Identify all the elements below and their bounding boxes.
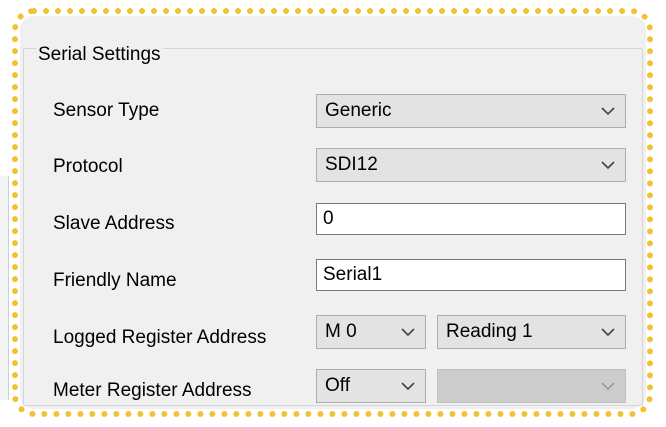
- friendly-name-field[interactable]: Serial1: [316, 259, 626, 291]
- chevron-down-icon: [601, 328, 615, 337]
- logged-register-mode-dropdown[interactable]: M 0: [316, 315, 426, 349]
- logged-register-reading-dropdown[interactable]: Reading 1: [437, 315, 626, 349]
- sensor-type-label: Sensor Type: [53, 100, 160, 121]
- chevron-down-icon: [401, 382, 415, 391]
- logged-register-mode-value: M 0: [325, 321, 357, 342]
- chevron-down-icon: [601, 382, 615, 391]
- group-title: Serial Settings: [36, 44, 163, 66]
- meter-register-mode-dropdown[interactable]: Off: [316, 369, 426, 403]
- logged-register-label: Logged Register Address: [53, 327, 267, 348]
- friendly-name-label: Friendly Name: [53, 270, 177, 291]
- logged-register-reading-value: Reading 1: [446, 321, 533, 342]
- chevron-down-icon: [401, 328, 415, 337]
- meter-register-mode-value: Off: [325, 375, 350, 396]
- protocol-dropdown[interactable]: SDI12: [316, 148, 626, 182]
- protocol-label: Protocol: [53, 156, 123, 177]
- meter-register-reading-dropdown[interactable]: [437, 369, 626, 403]
- meter-register-label: Meter Register Address: [53, 380, 252, 401]
- slave-address-label: Slave Address: [53, 213, 175, 234]
- sensor-type-value: Generic: [325, 100, 392, 121]
- slave-address-field[interactable]: 0: [316, 203, 626, 235]
- protocol-value: SDI12: [325, 154, 378, 175]
- chevron-down-icon: [601, 107, 615, 116]
- chevron-down-icon: [601, 161, 615, 170]
- sensor-type-dropdown[interactable]: Generic: [316, 94, 626, 128]
- background-window-edge: [0, 176, 9, 400]
